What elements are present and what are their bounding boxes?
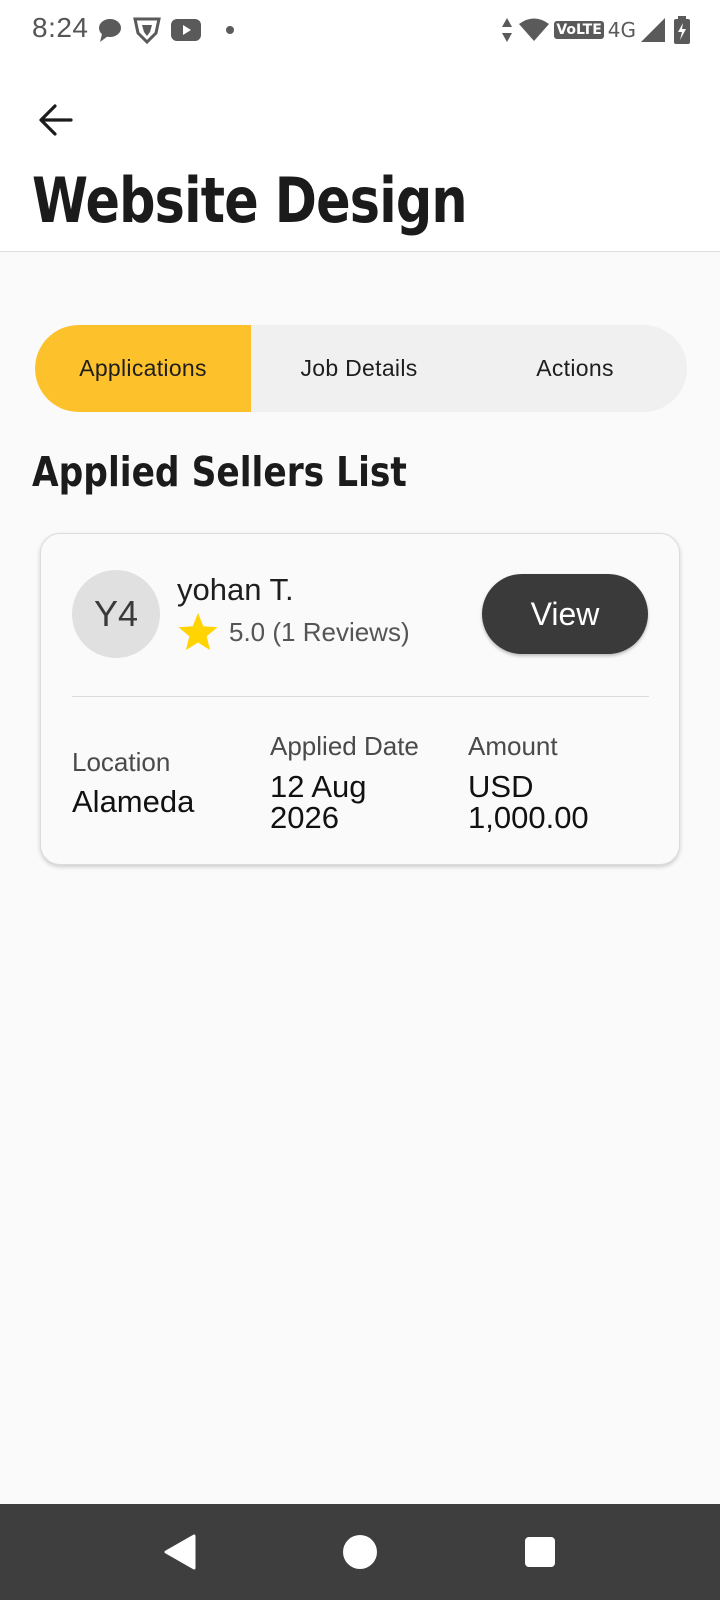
- location-label: Location: [72, 747, 171, 777]
- app-header: Website Design: [0, 60, 720, 252]
- arrow-left-icon: [39, 104, 73, 136]
- youtube-icon: [171, 19, 201, 41]
- card-divider: [72, 696, 649, 697]
- amount-line1: USD: [468, 769, 534, 804]
- applied-date-line2: 2026: [270, 800, 339, 835]
- nav-back-button[interactable]: [132, 1504, 228, 1600]
- dot-icon: [226, 26, 234, 34]
- wifi-icon: [519, 18, 550, 41]
- recents-square-icon: [525, 1537, 555, 1567]
- shield-icon: [133, 17, 161, 45]
- rating-text: 5.0 (1 Reviews): [229, 616, 410, 647]
- nav-home-button[interactable]: [312, 1504, 408, 1600]
- tab-job-details[interactable]: Job Details: [251, 325, 467, 412]
- volte-badge: VoLTE: [554, 21, 604, 39]
- status-bar: 8:24 VoLTE 4G: [0, 0, 720, 60]
- rating-row: 5.0 (1 Reviews): [177, 612, 410, 652]
- back-triangle-icon: [164, 1534, 196, 1570]
- status-left-icons: [96, 14, 240, 46]
- location-value: Alameda: [72, 784, 195, 819]
- amount-line2: 1,000.00: [468, 800, 589, 835]
- amount-label: Amount: [468, 731, 558, 761]
- seller-name: yohan T.: [177, 572, 294, 607]
- battery-charging-icon: [674, 16, 690, 44]
- signal-icon: [641, 18, 665, 42]
- applied-date-line1: 12 Aug: [270, 769, 367, 804]
- page-title: Website Design: [32, 164, 468, 237]
- status-right-icons: VoLTE 4G: [500, 14, 696, 46]
- navigation-bar: [0, 1504, 720, 1600]
- home-circle-icon: [343, 1535, 377, 1569]
- nav-recents-button[interactable]: [492, 1504, 588, 1600]
- network-type: 4G: [607, 18, 636, 42]
- chat-bubble-icon: [99, 19, 121, 42]
- seller-card: Y4 yohan T. 5.0 (1 Reviews) View Locatio…: [40, 533, 680, 865]
- section-title: Applied Sellers List: [32, 448, 407, 496]
- tab-applications[interactable]: Applications: [35, 325, 251, 412]
- status-time: 8:24: [32, 12, 89, 43]
- data-arrows-icon: [502, 18, 513, 42]
- back-button[interactable]: [30, 94, 82, 146]
- star-icon: [178, 613, 218, 651]
- applied-date-label: Applied Date: [270, 731, 419, 761]
- view-button[interactable]: View: [482, 574, 648, 654]
- avatar: Y4: [72, 570, 160, 658]
- tab-bar: Applications Job Details Actions: [35, 325, 687, 412]
- tab-actions[interactable]: Actions: [467, 325, 683, 412]
